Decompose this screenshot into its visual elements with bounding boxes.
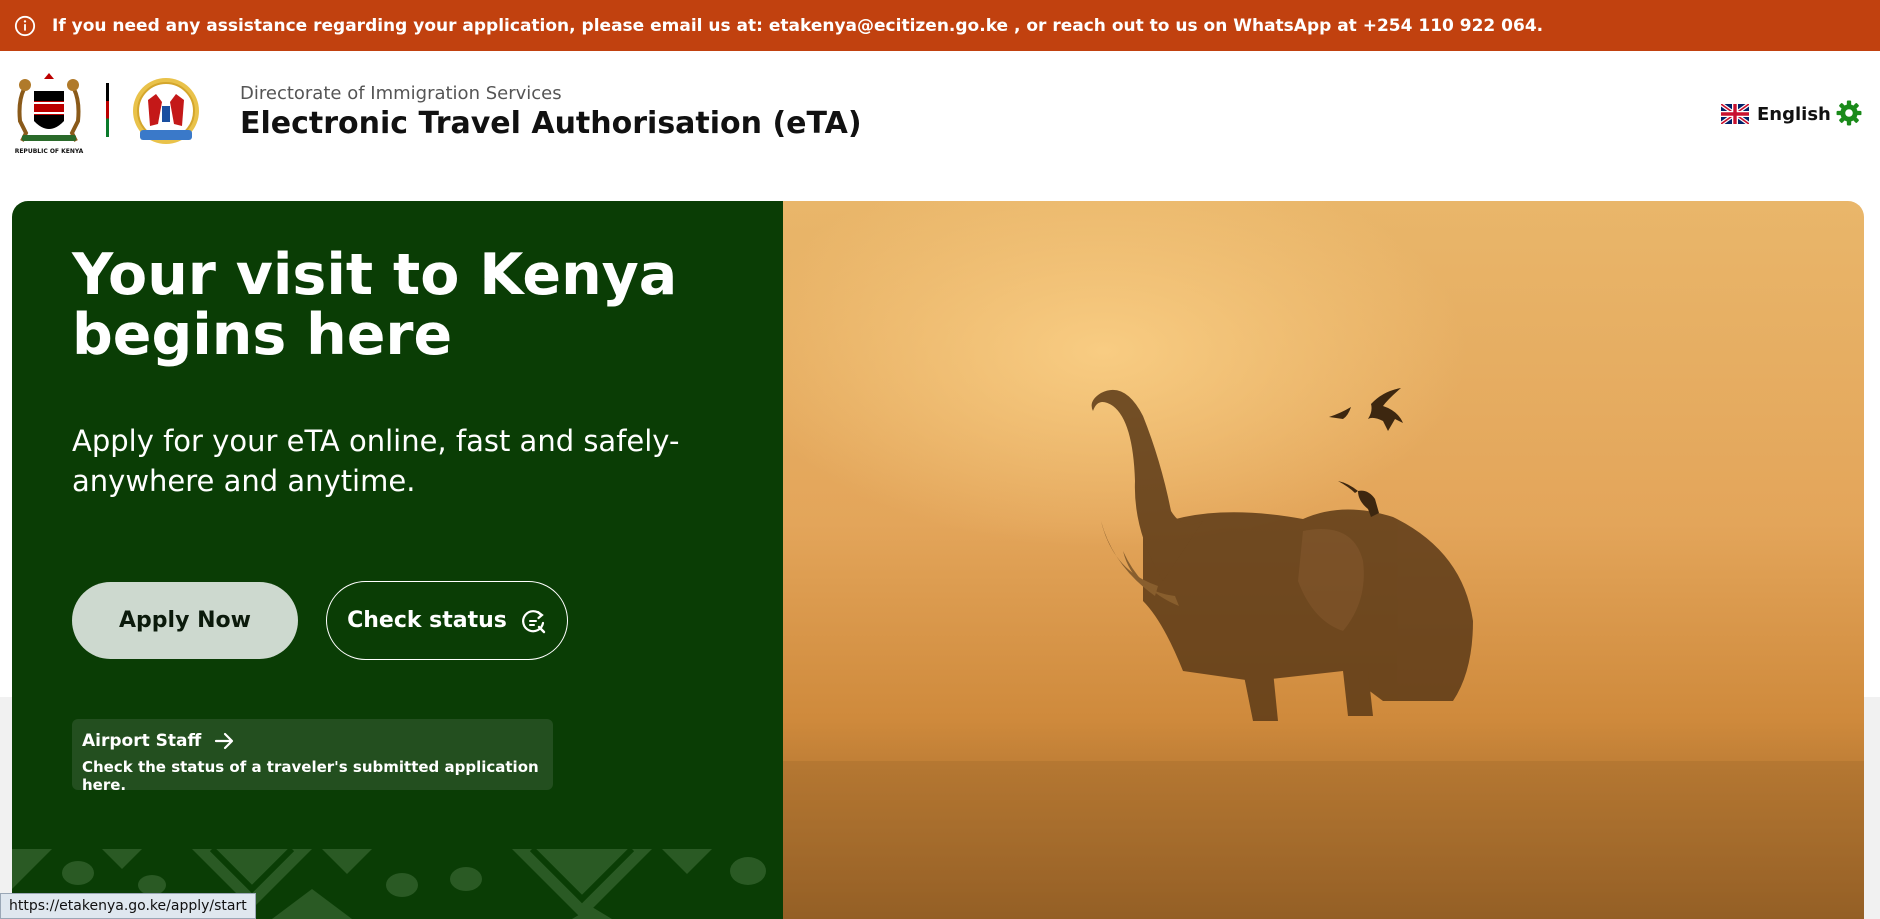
immigration-seal-logo[interactable]	[126, 76, 206, 150]
check-status-label: Check status	[347, 608, 507, 633]
hero-headline-line1: Your visit to Kenya	[72, 242, 678, 308]
airport-staff-description: Check the status of a traveler's submitt…	[82, 758, 539, 794]
language-selector[interactable]: English	[1721, 101, 1831, 127]
info-icon	[14, 15, 36, 37]
hero-panel: Your visit to Kenya begins here Apply fo…	[12, 201, 783, 919]
directorate-subtitle: Directorate of Immigration Services	[240, 83, 562, 104]
site-header: REPUBLIC OF KENYA Directorate of Immigra…	[0, 51, 1880, 201]
airport-staff-card[interactable]: Airport Staff Check the status of a trav…	[72, 719, 553, 794]
status-bar-url: https://etakenya.go.ke/apply/start	[0, 893, 256, 919]
hero-headline: Your visit to Kenya begins here	[72, 245, 712, 365]
coat-of-arms-logo[interactable]: REPUBLIC OF KENYA	[10, 71, 88, 155]
uk-flag-icon	[1721, 104, 1749, 124]
apply-now-button[interactable]: Apply Now	[72, 582, 298, 659]
check-status-button[interactable]: Check status	[326, 581, 568, 660]
site-title: Electronic Travel Authorisation (eTA)	[240, 106, 862, 141]
hero-image	[783, 201, 1864, 919]
assistance-banner: If you need any assistance regarding you…	[0, 0, 1880, 51]
hero-section: Your visit to Kenya begins here Apply fo…	[12, 201, 1864, 919]
search-refresh-icon	[519, 607, 547, 635]
hero-headline-line2: begins here	[72, 302, 453, 368]
language-label: English	[1757, 103, 1831, 125]
coat-of-arms-caption: REPUBLIC OF KENYA	[15, 148, 84, 155]
gear-icon[interactable]	[1836, 100, 1862, 126]
elephant-photo	[783, 388, 1864, 919]
banner-text: If you need any assistance regarding you…	[52, 15, 1544, 36]
flag-divider	[106, 83, 109, 137]
hero-lead-text: Apply for your eTA online, fast and safe…	[72, 424, 680, 498]
airport-staff-title: Airport Staff	[82, 731, 202, 751]
arrow-right-icon	[213, 730, 235, 752]
